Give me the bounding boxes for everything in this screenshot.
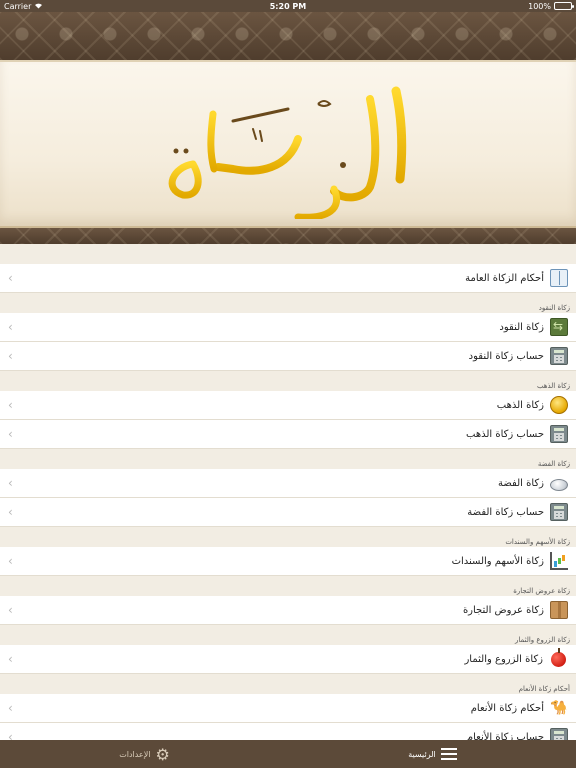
list-item-content: أحكام الزكاة العامة (465, 269, 568, 287)
section-header: زكاة الزروع والثمار (0, 625, 576, 645)
section-header: زكاة الذهب (0, 371, 576, 391)
list-item[interactable]: ‹ أحكام زكاة الأنعام (0, 694, 576, 723)
chevron-left-icon: ‹ (8, 730, 13, 740)
chevron-left-icon: ‹ (8, 701, 13, 715)
list-item-label: زكاة الزروع والثمار (464, 653, 543, 665)
tab-settings[interactable]: الإعدادات ⚙ (119, 745, 170, 764)
battery-icon (554, 2, 574, 10)
chevron-left-icon: ‹ (8, 652, 13, 666)
section-gap (0, 250, 576, 264)
money-icon (550, 318, 568, 336)
calculator-icon (550, 503, 568, 521)
box-icon (550, 601, 568, 619)
header-pattern-top (0, 12, 576, 60)
list-item[interactable]: ‹ حساب زكاة الفضة (0, 498, 576, 527)
home-tab-label: الرئيسية (408, 749, 436, 759)
book-icon (550, 269, 568, 287)
list-item[interactable]: ‹ زكاة الأسهم والسندات (0, 547, 576, 576)
gold-coins-icon (550, 396, 568, 414)
list-item[interactable]: ‹ زكاة عروض التجارة (0, 596, 576, 625)
header-banner (0, 60, 576, 228)
chevron-left-icon: ‹ (8, 349, 13, 363)
chevron-left-icon: ‹ (8, 505, 13, 519)
zakat-logo (0, 62, 576, 226)
list-item-label: حساب زكاة الأنعام (466, 731, 544, 741)
status-bar: Carrier 5:20 PM 100% (0, 0, 576, 12)
chevron-left-icon: ‹ (8, 271, 13, 285)
list-item-label: أحكام الزكاة العامة (465, 272, 544, 284)
list-item-label: زكاة الفضة (498, 477, 544, 489)
calculator-icon (550, 425, 568, 443)
chevron-left-icon: ‹ (8, 554, 13, 568)
tab-home[interactable]: الرئيسية (408, 748, 457, 760)
section-header: زكاة النقود (0, 293, 576, 313)
list-item-content: زكاة عروض التجارة (463, 601, 568, 619)
list-item-label: زكاة الأسهم والسندات (451, 555, 544, 567)
section-header: زكاة الفضة (0, 449, 576, 469)
header-pattern-bottom (0, 228, 576, 244)
wifi-icon (34, 2, 43, 11)
list-item-label: حساب زكاة النقود (468, 350, 544, 362)
zakat-menu-list: ‹ أحكام الزكاة العامة زكاة النقود ‹ زكاة الن… (0, 250, 576, 740)
list-item-content: حساب زكاة الفضة (467, 503, 568, 521)
section-header: زكاة عروض التجارة (0, 576, 576, 596)
zakat-calligraphy-icon (168, 86, 407, 219)
list-item-content: زكاة الأسهم والسندات (452, 552, 568, 570)
list-item[interactable]: ‹ حساب زكاة الأنعام (0, 723, 576, 740)
list-item-content: زكاة الفضة (498, 476, 568, 491)
list-item-label: زكاة الذهب (496, 399, 544, 411)
list-item[interactable]: ‹ حساب زكاة الذهب (0, 420, 576, 449)
list-item-content: حساب زكاة الأنعام (467, 728, 568, 740)
silver-icon (550, 478, 568, 491)
list-item[interactable]: ‹ زكاة الفضة (0, 469, 576, 498)
list-item[interactable]: ‹ أحكام الزكاة العامة (0, 264, 576, 293)
calculator-icon (550, 347, 568, 365)
list-item-content: حساب زكاة الذهب (466, 425, 568, 443)
carrier-label: Carrier (4, 1, 32, 11)
list-item-label: زكاة النقود (499, 321, 544, 333)
list-item-label: زكاة عروض التجارة (462, 604, 544, 616)
section-header: زكاة الأسهم والسندات (0, 527, 576, 547)
list-item-content: أحكام زكاة الأنعام (471, 699, 568, 717)
list-item-content: حساب زكاة النقود (469, 347, 568, 365)
calculator-icon (550, 728, 568, 740)
list-item-label: أحكام زكاة الأنعام (470, 702, 544, 714)
chevron-left-icon: ‹ (8, 427, 13, 441)
list-item-content: زكاة النقود (499, 318, 568, 336)
camel-icon (550, 699, 568, 717)
menu-icon (440, 748, 457, 760)
chevron-left-icon: ‹ (8, 603, 13, 617)
chevron-left-icon: ‹ (8, 398, 13, 412)
tab-bar: الإعدادات ⚙ الرئيسية (0, 740, 576, 768)
section-header: أحكام زكاة الأنعام (0, 674, 576, 694)
chart-icon (550, 552, 568, 570)
list-item[interactable]: ‹ زكاة الزروع والثمار (0, 645, 576, 674)
list-item-content: زكاة الزروع والثمار (464, 647, 568, 669)
settings-tab-label: الإعدادات (119, 749, 151, 759)
status-time: 5:20 PM (269, 1, 307, 11)
gear-icon: ⚙ (155, 744, 170, 764)
list-item-content: زكاة الذهب (497, 396, 568, 414)
battery-percent: 100% (528, 1, 551, 11)
list-item-label: حساب زكاة الفضة (467, 506, 544, 518)
list-item[interactable]: ‹ زكاة النقود (0, 313, 576, 342)
apple-icon (551, 647, 566, 667)
list-item[interactable]: ‹ زكاة الذهب (0, 391, 576, 420)
chevron-left-icon: ‹ (8, 476, 13, 490)
list-item[interactable]: ‹ حساب زكاة النقود (0, 342, 576, 371)
chevron-left-icon: ‹ (8, 320, 13, 334)
list-item-label: حساب زكاة الذهب (466, 428, 544, 440)
